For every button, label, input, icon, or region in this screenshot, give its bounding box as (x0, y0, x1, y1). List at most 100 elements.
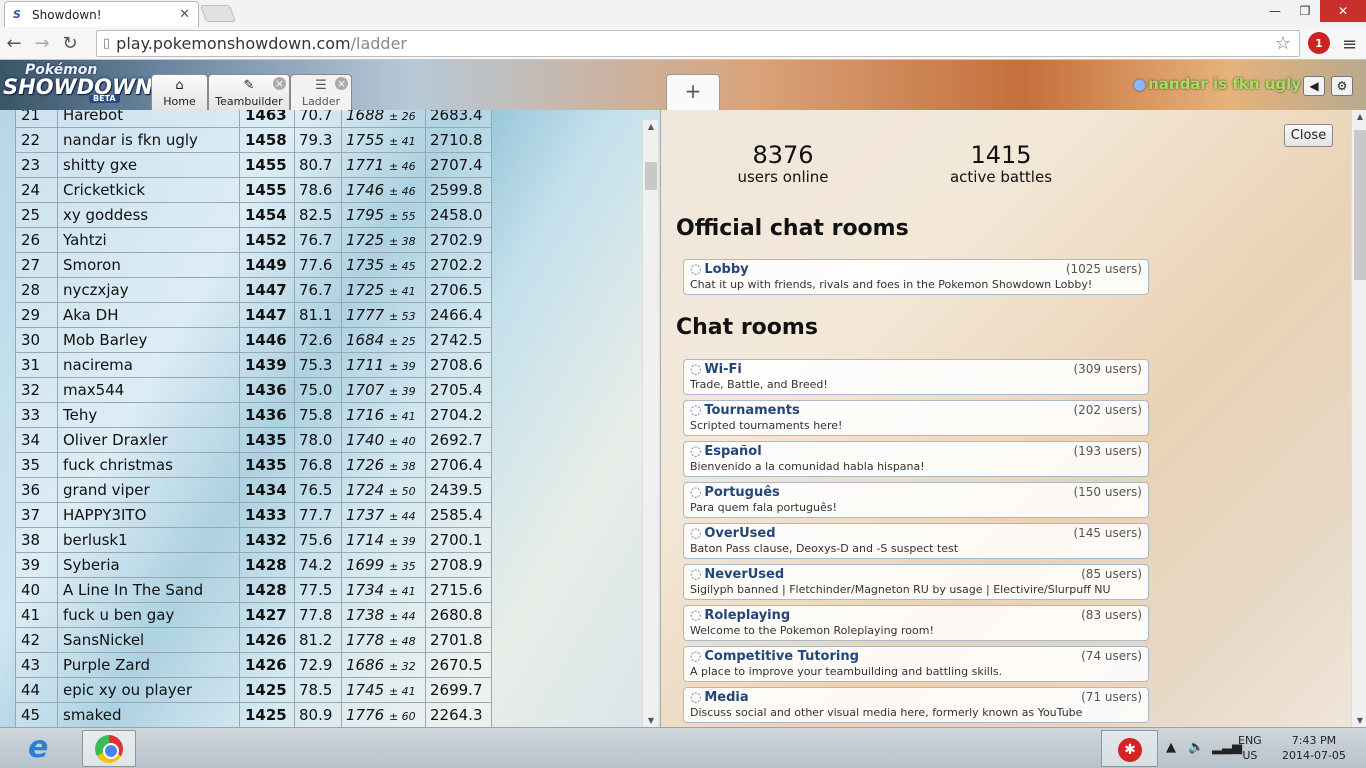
taskbar-clock[interactable]: 7:43 PM 2014-07-05 (1282, 733, 1346, 763)
tab-home[interactable]: ⌂ Home (151, 74, 208, 110)
player-name-cell[interactable]: smaked (57, 702, 240, 727)
rank-cell: 39 (15, 552, 58, 578)
sound-button[interactable]: ◀ (1303, 76, 1325, 96)
room-description: Sigilyph banned | Fletchinder/Magneton R… (690, 583, 1111, 596)
rooms-scrollbar[interactable]: ▲ ▼ (1351, 110, 1366, 727)
showdown-logo[interactable]: Pokémon SHOWDOWN BETA (3, 63, 153, 105)
scroll-down-icon[interactable]: ▼ (1352, 716, 1366, 725)
volume-icon[interactable]: 🔈 (1188, 740, 1204, 755)
room-item[interactable]: ◌ Español (193 users) Bienvenido a la comun… (683, 441, 1149, 477)
table-row: 30 Mob Barley 1446 72.6 1684 ± 25 2742.5 (15, 327, 492, 353)
scroll-up-icon[interactable]: ▲ (643, 122, 659, 131)
elo-cell: 1435 (239, 452, 295, 478)
new-tab-button[interactable] (199, 5, 237, 22)
scroll-up-icon[interactable]: ▲ (1352, 112, 1366, 121)
elo-cell: 1436 (239, 402, 295, 428)
room-item[interactable]: ◌ Competitive Tutoring (74 users) A place t… (683, 646, 1149, 682)
gxe-cell: 78.6 (294, 177, 342, 203)
add-tab-button[interactable]: + (666, 74, 720, 110)
glicko-deviation: ± 25 (388, 335, 416, 348)
browser-tab-showdown[interactable]: S Showdown! ✕ (4, 1, 199, 27)
browser-tab-close-icon[interactable]: ✕ (179, 7, 190, 22)
ladder-scrollbar[interactable]: ▲ ▼ (642, 120, 658, 727)
player-name-cell[interactable]: fuck christmas (57, 452, 240, 478)
minimize-button[interactable]: — (1260, 0, 1290, 22)
glicko-value: 1711 (346, 356, 385, 374)
player-name-cell[interactable]: Purple Zard (57, 652, 240, 678)
room-description: Trade, Battle, and Breed! (690, 378, 828, 391)
battles-count: 1415 (970, 141, 1032, 169)
player-name-cell[interactable]: berlusk1 (57, 527, 240, 553)
rank-cell: 35 (15, 452, 58, 478)
window-controls: — ❐ ✕ (1260, 0, 1366, 22)
lang-code: ENG (1238, 734, 1262, 747)
room-item[interactable]: ◌ Lobby (1025 users) Chat it up with friend… (683, 259, 1149, 295)
scroll-down-icon[interactable]: ▼ (643, 716, 659, 725)
player-name-cell[interactable]: Harebot (57, 110, 240, 128)
tab-teambuilder[interactable]: ✎ Teambuilder × (208, 74, 290, 110)
player-name-cell[interactable]: nandar is fkn ugly (57, 127, 240, 153)
coil-cell: 2264.3 (425, 702, 492, 727)
scroll-thumb[interactable] (1354, 130, 1366, 280)
player-name-cell[interactable]: A Line In The Sand (57, 577, 240, 603)
player-name-cell[interactable]: Syberia (57, 552, 240, 578)
maximize-button[interactable]: ❐ (1290, 0, 1320, 22)
extension-icon[interactable]: 1 (1308, 32, 1330, 54)
chrome-taskbar-button[interactable] (82, 730, 136, 767)
player-name-cell[interactable]: fuck u ben gay (57, 602, 240, 628)
player-name-cell[interactable]: Yahtzi (57, 227, 240, 253)
chat-bubble-icon: ◌ (690, 567, 702, 582)
scroll-thumb[interactable] (645, 162, 657, 190)
room-item[interactable]: ◌ Roleplaying (83 users) Welcome to the Pok… (683, 605, 1149, 641)
player-name-cell[interactable]: max544 (57, 377, 240, 403)
gxe-cell: 76.7 (294, 277, 342, 303)
tab-close-icon[interactable]: × (335, 77, 348, 90)
glicko-cell: 1688 ± 26 (341, 110, 426, 128)
player-name-cell[interactable]: Oliver Draxler (57, 427, 240, 453)
player-name-cell[interactable]: nacirema (57, 352, 240, 378)
player-name-cell[interactable]: grand viper (57, 477, 240, 503)
player-name-cell[interactable]: nyczxjay (57, 277, 240, 303)
room-item[interactable]: ◌ Media (71 users) Discuss social and other… (683, 687, 1149, 723)
room-item[interactable]: ◌ OverUsed (145 users) Baton Pass clause, D… (683, 523, 1149, 559)
player-name-cell[interactable]: xy goddess (57, 202, 240, 228)
room-item[interactable]: ◌ Wi-Fi (309 users) Trade, Battle, and Bree… (683, 359, 1149, 395)
address-bar[interactable]: ▯ play.pokemonshowdown.com/ladder ☆ (96, 30, 1300, 57)
chrome-menu-icon[interactable]: ≡ (1342, 34, 1357, 55)
player-name-cell[interactable]: Mob Barley (57, 327, 240, 353)
player-name-cell[interactable]: epic xy ou player (57, 677, 240, 703)
coil-cell: 2458.0 (425, 202, 492, 228)
tab-ladder[interactable]: ☰ Ladder × (290, 74, 352, 110)
close-button[interactable]: Close (1284, 124, 1333, 147)
player-name-cell[interactable]: Tehy (57, 402, 240, 428)
reload-icon[interactable]: ↻ (56, 33, 84, 54)
glicko-deviation: ± 60 (388, 710, 416, 723)
username-display[interactable]: ● nandar is fkn ugly (1133, 75, 1301, 93)
language-indicator[interactable]: ENG US (1238, 733, 1262, 763)
tray-app-button[interactable]: ✱ (1101, 730, 1158, 767)
room-item[interactable]: ◌ Português (150 users) Para quem fala port… (683, 482, 1149, 518)
settings-button[interactable]: ⚙ (1331, 76, 1353, 96)
glicko-value: 1686 (346, 656, 385, 674)
window-close-button[interactable]: ✕ (1320, 0, 1366, 22)
table-row: 41 fuck u ben gay 1427 77.8 1738 ± 44 2680.8 (15, 602, 492, 628)
player-name-cell[interactable]: shitty gxe (57, 152, 240, 178)
player-name-cell[interactable]: Smoron (57, 252, 240, 278)
player-name-cell[interactable]: HAPPY3ITO (57, 502, 240, 528)
tab-home-label: Home (163, 95, 196, 108)
back-arrow-icon[interactable]: ← (0, 33, 28, 54)
room-item[interactable]: ◌ NeverUsed (85 users) Sigilyph banned | Fl… (683, 564, 1149, 600)
bookmark-star-icon[interactable]: ☆ (1275, 33, 1291, 54)
rank-cell: 23 (15, 152, 58, 178)
room-item[interactable]: ◌ Tournaments (202 users) Scripted tourname… (683, 400, 1149, 436)
elo-cell: 1435 (239, 427, 295, 453)
player-name-cell[interactable]: SansNickel (57, 627, 240, 653)
player-name-cell[interactable]: Aka DH (57, 302, 240, 328)
tab-close-icon[interactable]: × (273, 77, 286, 90)
users-online-count: 8376 (752, 141, 814, 169)
showdown-favicon-icon: S (13, 8, 21, 21)
forward-arrow-icon[interactable]: → (28, 33, 56, 54)
player-name-cell[interactable]: Cricketkick (57, 177, 240, 203)
tray-expand-icon[interactable]: ▲ (1166, 740, 1176, 755)
internet-explorer-icon[interactable]: e (28, 733, 62, 765)
